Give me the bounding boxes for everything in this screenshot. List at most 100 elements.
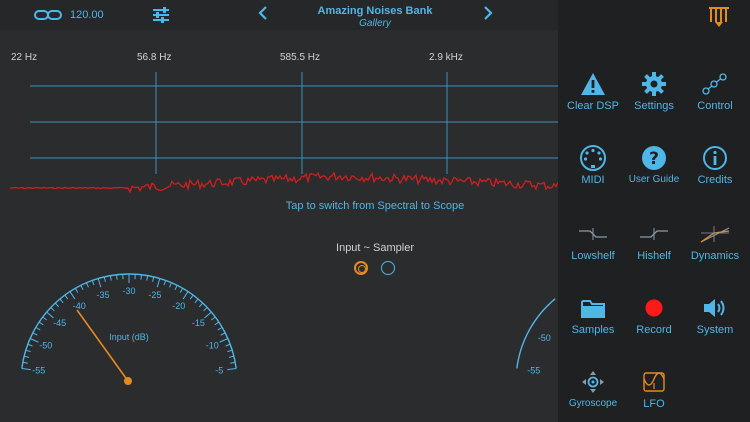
spectrum-display[interactable] (0, 62, 560, 202)
meter-tick (91, 280, 95, 286)
meter-tick (29, 338, 39, 343)
meter-tick (179, 288, 184, 293)
meter-tick (227, 349, 233, 353)
menu-hishelf[interactable]: Hishelf (622, 220, 686, 262)
meter-tick (59, 298, 64, 304)
mixer-sliders-icon[interactable] (152, 7, 170, 23)
input-selector-2[interactable] (381, 261, 395, 275)
meter-tick (204, 311, 212, 319)
menu-label: Record (636, 324, 672, 336)
folder-icon (561, 294, 625, 322)
meter-tick (156, 278, 161, 288)
menu-gyroscope[interactable]: Gyroscope (561, 368, 625, 409)
meter-tick-label: -10 (206, 340, 219, 350)
meter-tick (27, 343, 33, 347)
spectrum-grid (30, 72, 560, 174)
midi-din-icon (561, 144, 625, 172)
menu-label: Clear DSP (567, 100, 619, 112)
meter-tick-label: -55 (527, 366, 540, 376)
meter-tick (225, 343, 231, 347)
spectrum-trace (9, 171, 560, 194)
bank-title: Amazing Noises Bank (317, 5, 433, 17)
meter-tick-label: -5 (215, 366, 223, 376)
svg-text:?: ? (649, 149, 659, 169)
warning-icon (561, 70, 625, 98)
meter-tick (32, 332, 38, 336)
meter-tick (116, 274, 118, 280)
tempo-value[interactable]: 120.00 (70, 9, 104, 21)
meter-tick-label: -35 (97, 290, 110, 300)
menu-label: Control (697, 100, 733, 112)
menu-record[interactable]: Record (622, 294, 686, 336)
meter-tick (230, 361, 236, 364)
meter-tick (220, 332, 226, 336)
chevron-left-icon[interactable] (258, 5, 268, 26)
menu-dynamics[interactable]: Dynamics (683, 220, 747, 262)
menu-label: System (696, 324, 734, 336)
meter-tick (35, 326, 41, 331)
gyroscope-icon (561, 368, 625, 396)
meter-tick (182, 291, 189, 300)
meter-tick (198, 302, 204, 308)
meter-tick (217, 326, 223, 331)
meter-tick (22, 361, 28, 364)
chevron-right-icon[interactable] (483, 5, 493, 26)
menu-label: Credits (697, 174, 733, 186)
meter-tick (214, 321, 220, 326)
meter-tick (24, 355, 30, 358)
lfo-icon (622, 368, 686, 396)
input-source-label: Input ~ Sampler (336, 242, 414, 254)
menu-system[interactable]: System (683, 294, 747, 336)
meter-tick (97, 278, 102, 288)
menu-settings[interactable]: Settings (622, 70, 686, 112)
menu-label: Lowshelf (571, 250, 615, 262)
meter-tick (42, 316, 48, 321)
menu-label: Settings (634, 100, 674, 112)
meter-tick (50, 307, 55, 312)
meter-tick (86, 282, 89, 288)
record-icon (622, 294, 686, 322)
bank-subtitle: Gallery (359, 18, 391, 29)
menu-lfo[interactable]: LFO (622, 368, 686, 410)
menu-midi[interactable]: MIDI (561, 144, 625, 186)
meter-tick-label: -25 (148, 290, 161, 300)
meter-tick-label: -20 (172, 301, 185, 311)
meter-tick (109, 275, 112, 281)
meter-tick-label: -50 (538, 333, 551, 343)
spectrum-hint[interactable]: Tap to switch from Spectral to Scope (190, 200, 560, 212)
meter-needle-pivot (124, 377, 132, 385)
meter-tick (163, 280, 167, 286)
meter-tick (189, 294, 194, 300)
info-icon (683, 144, 747, 172)
output-level-meter: -55-50-45 (516, 298, 560, 376)
meter-tick (152, 276, 155, 282)
link-icon[interactable] (34, 8, 62, 22)
menu-user-guide[interactable]: ? User Guide (622, 144, 686, 185)
meter-tick (146, 275, 149, 281)
menu-credits[interactable]: Credits (683, 144, 747, 186)
menu-label: Dynamics (690, 250, 740, 262)
meter-tick (64, 294, 69, 300)
meter-tick (46, 311, 54, 319)
menu-control[interactable]: Control (683, 70, 747, 112)
menu-clear-dsp[interactable]: Clear DSP (561, 70, 625, 112)
meter-tick (54, 302, 60, 308)
meter-tick (69, 291, 76, 300)
keyboard-toggle-icon[interactable] (708, 6, 730, 33)
meter-needle (76, 309, 129, 382)
meter-tick (194, 298, 199, 304)
menu-samples[interactable]: Samples (561, 294, 625, 336)
meter-tick-label: -50 (39, 340, 52, 350)
meter-tick (103, 276, 106, 282)
meter-tick (228, 355, 234, 358)
meter-tick-label: -45 (53, 318, 66, 328)
side-menu: Clear DSP Settings Control MIDI ? User G… (558, 0, 750, 422)
dynamics-icon (683, 220, 747, 248)
input-selector-1[interactable] (354, 261, 368, 275)
meter-tick (227, 367, 237, 371)
speaker-icon (683, 294, 747, 322)
lowshelf-icon (561, 220, 625, 248)
meter-tick (74, 288, 79, 293)
meter-tick (174, 285, 178, 291)
menu-lowshelf[interactable]: Lowshelf (561, 220, 625, 262)
